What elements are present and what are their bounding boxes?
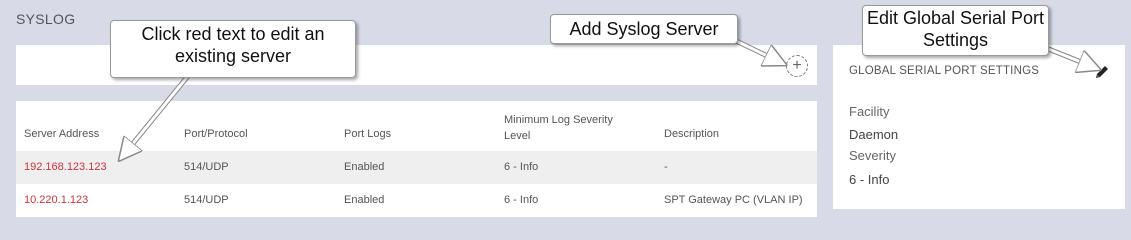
port-logs-cell: Enabled	[344, 194, 385, 206]
header-port-logs: Port Logs	[344, 128, 392, 140]
port-protocol-cell: 514/UDP	[184, 161, 229, 173]
server-address-link[interactable]: 192.168.123.123	[24, 161, 107, 173]
callout-add-server: Add Syslog Server	[550, 14, 738, 44]
settings-title: GLOBAL SERIAL PORT SETTINGS	[849, 65, 1040, 77]
severity-value: 6 - Info	[849, 172, 890, 187]
table-row: 192.168.123.123 514/UDP Enabled 6 - Info…	[16, 151, 817, 184]
severity-label: Severity	[849, 148, 896, 163]
add-circle-icon: +	[792, 57, 802, 74]
severity-cell: 6 - Info	[504, 161, 539, 173]
description-cell: SPT Gateway PC (VLAN IP)	[664, 194, 803, 206]
port-logs-cell: Enabled	[344, 161, 385, 173]
facility-label: Facility	[849, 104, 890, 119]
description-cell: -	[664, 161, 668, 173]
header-server-address: Server Address	[24, 128, 100, 140]
callout-edit-global: Edit Global Serial Port Settings	[862, 5, 1049, 56]
page-title: SYSLOG	[16, 11, 76, 27]
facility-value: Daemon	[849, 127, 899, 142]
server-address-link[interactable]: 10.220.1.123	[24, 194, 88, 206]
table-row: 10.220.1.123 514/UDP Enabled 6 - Info SP…	[16, 184, 817, 217]
severity-cell: 6 - Info	[504, 194, 539, 206]
pencil-icon	[1096, 66, 1108, 78]
port-protocol-cell: 514/UDP	[184, 194, 229, 206]
callout-edit-server: Click red text to edit an existing serve…	[110, 20, 356, 78]
add-syslog-server-button[interactable]: +	[786, 55, 808, 77]
edit-global-settings-button[interactable]	[1093, 63, 1111, 81]
header-description: Description	[664, 128, 720, 140]
header-min-log-severity: Minimum Log Severity Level	[504, 114, 613, 142]
header-port-protocol: Port/Protocol	[184, 128, 248, 140]
